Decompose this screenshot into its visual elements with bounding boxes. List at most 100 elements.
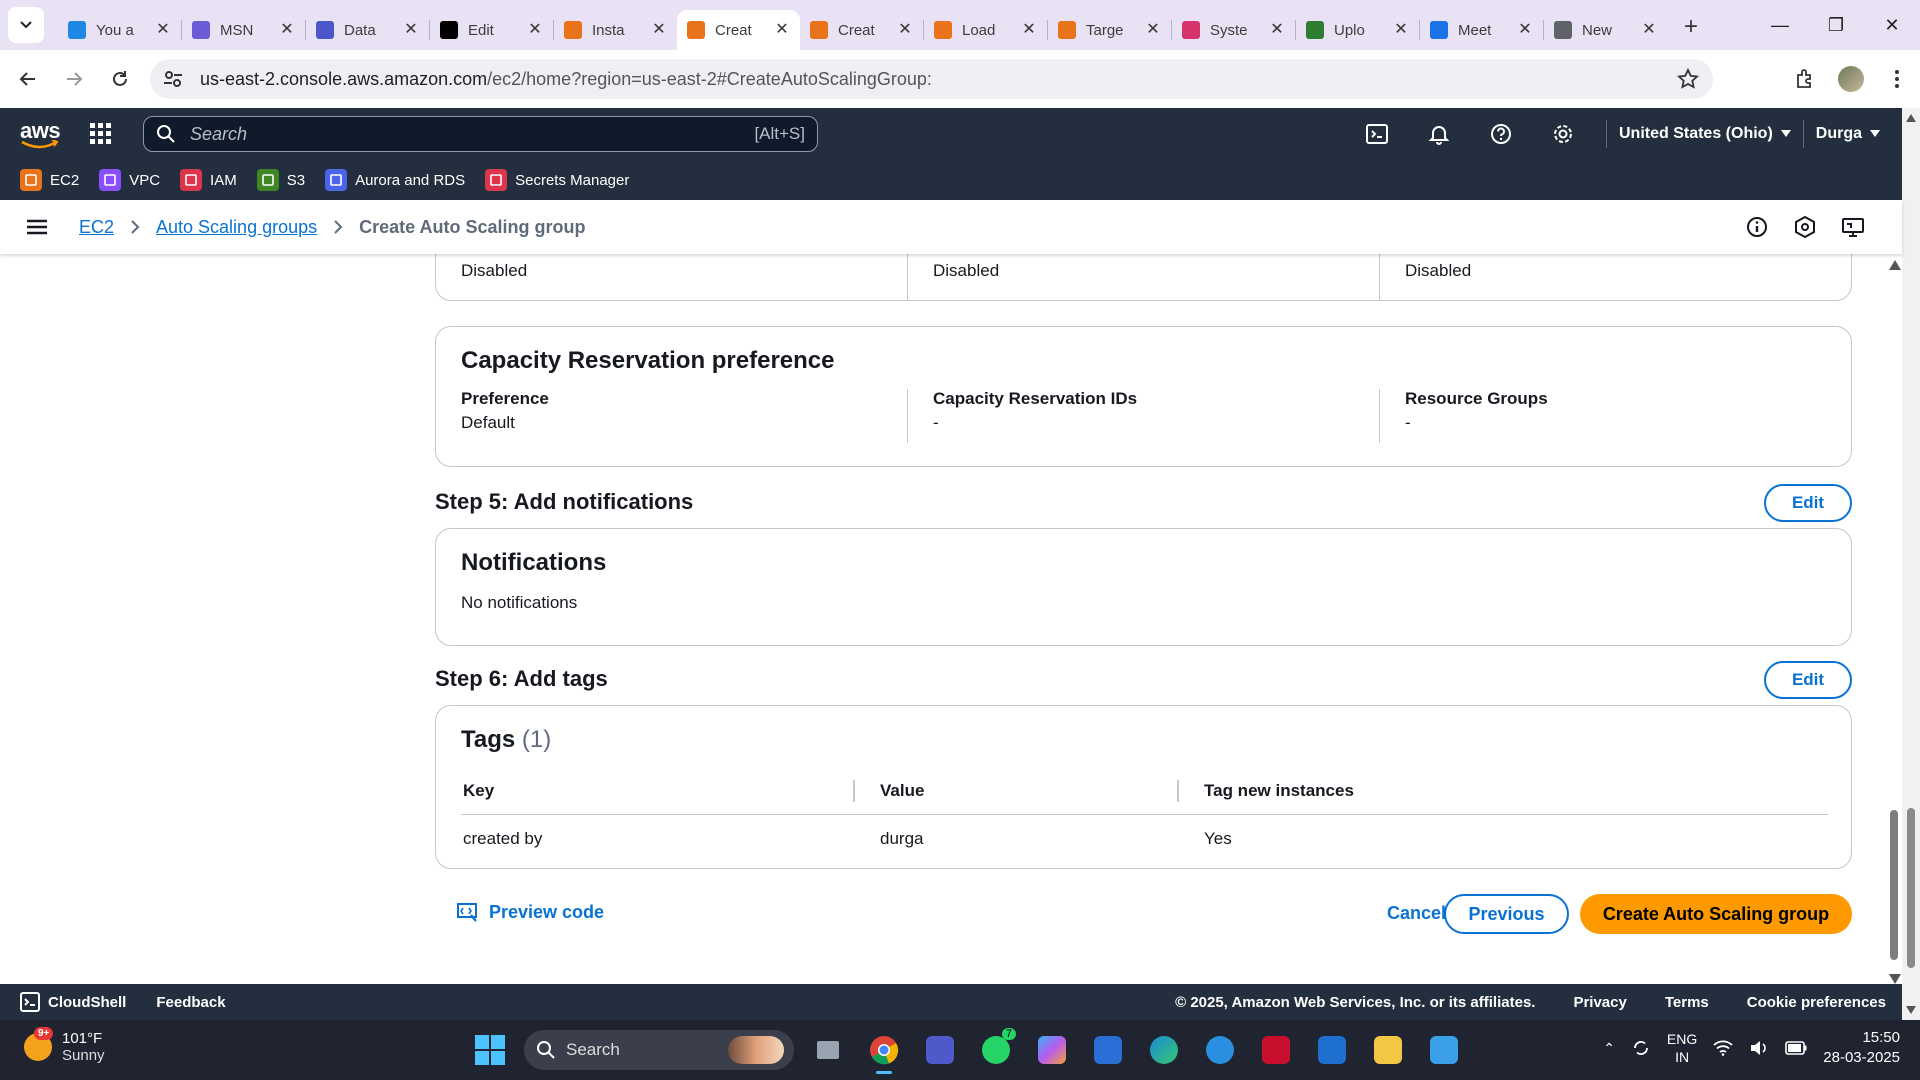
browser-menu-button[interactable] <box>1874 69 1920 89</box>
favorite-secrets-manager[interactable]: Secrets Manager <box>485 169 629 191</box>
copilot-taskbar-icon[interactable] <box>1030 1028 1074 1072</box>
notifications-button[interactable] <box>1408 123 1470 145</box>
browser-tab[interactable]: Meet ✕ <box>1420 10 1543 50</box>
close-tab-icon[interactable]: ✕ <box>527 22 543 38</box>
forward-button[interactable] <box>56 61 92 97</box>
settings-button[interactable] <box>1532 123 1594 145</box>
side-nav-toggle[interactable] <box>27 219 47 235</box>
aws-search-input[interactable]: Search [Alt+S] <box>143 116 818 152</box>
close-tab-icon[interactable]: ✕ <box>774 22 790 38</box>
browser-tab[interactable]: Uplo ✕ <box>1296 10 1419 50</box>
favorite-ec2[interactable]: EC2 <box>20 169 79 191</box>
browser-tab[interactable]: New ✕ <box>1544 10 1667 50</box>
favorite-aurora-and-rds[interactable]: Aurora and RDS <box>325 169 465 191</box>
close-tab-icon[interactable]: ✕ <box>1021 22 1037 38</box>
chrome-taskbar-icon[interactable] <box>862 1028 906 1074</box>
browser-tab[interactable]: Targe ✕ <box>1048 10 1171 50</box>
aws-logo[interactable]: aws <box>20 116 62 152</box>
weather-widget[interactable]: 9+ 101°F Sunny <box>24 1027 105 1064</box>
browser-tab[interactable]: You a ✕ <box>58 10 181 50</box>
battery-icon[interactable] <box>1785 1041 1807 1055</box>
scroll-down-arrow-icon[interactable] <box>1906 1006 1916 1014</box>
browser-tab[interactable]: Insta ✕ <box>554 10 677 50</box>
close-tab-icon[interactable]: ✕ <box>1145 22 1161 38</box>
chevron-up-icon[interactable]: ⌃ <box>1603 1040 1615 1057</box>
whatsapp-taskbar-icon[interactable]: 7 <box>974 1028 1018 1072</box>
mcafee-taskbar-icon[interactable] <box>1254 1028 1298 1072</box>
favorite-s3[interactable]: S3 <box>256 169 305 191</box>
privacy-link[interactable]: Privacy <box>1573 994 1626 1011</box>
breadcrumb-auto-scaling-groups[interactable]: Auto Scaling groups <box>156 217 317 238</box>
favorite-iam[interactable]: IAM <box>180 169 237 191</box>
close-tab-icon[interactable]: ✕ <box>403 22 419 38</box>
close-tab-icon[interactable]: ✕ <box>1517 22 1533 38</box>
display-icon[interactable] <box>1842 216 1864 238</box>
close-tab-icon[interactable]: ✕ <box>1269 22 1285 38</box>
address-bar[interactable]: us-east-2.console.aws.amazon.com/ec2/hom… <box>150 59 1713 99</box>
teams-taskbar-icon[interactable] <box>918 1028 962 1072</box>
edge-taskbar-icon[interactable] <box>1142 1028 1186 1072</box>
region-selector[interactable]: United States (Ohio) <box>1619 125 1791 143</box>
extensions-button[interactable] <box>1782 68 1828 90</box>
browser-tab[interactable]: Data ✕ <box>306 10 429 50</box>
cookie-preferences-link[interactable]: Cookie preferences <box>1747 994 1886 1011</box>
scroll-up-arrow-icon[interactable] <box>1889 260 1901 270</box>
preview-code-button[interactable]: Preview code <box>457 902 604 923</box>
new-tab-button[interactable]: + <box>1675 11 1707 43</box>
browser-tab[interactable]: Syste ✕ <box>1172 10 1295 50</box>
favorite-vpc[interactable]: VPC <box>99 169 160 191</box>
breadcrumb-ec2[interactable]: EC2 <box>79 217 114 238</box>
scroll-thumb[interactable] <box>1907 808 1915 968</box>
help-taskbar-icon[interactable] <box>1198 1028 1242 1072</box>
close-tab-icon[interactable]: ✕ <box>155 22 171 38</box>
close-tab-icon[interactable]: ✕ <box>279 22 295 38</box>
close-tab-icon[interactable]: ✕ <box>651 22 667 38</box>
close-tab-icon[interactable]: ✕ <box>1641 22 1657 38</box>
tab-search-button[interactable] <box>8 7 44 43</box>
start-button[interactable] <box>468 1028 512 1072</box>
step5-edit-button[interactable]: Edit <box>1764 484 1852 522</box>
site-settings-icon[interactable] <box>162 68 184 90</box>
minimize-button[interactable]: — <box>1752 0 1808 50</box>
scroll-thumb[interactable] <box>1890 810 1898 960</box>
account-menu[interactable]: Durga <box>1816 125 1880 143</box>
content-scrollbar[interactable] <box>1888 258 1901 984</box>
browser-tab[interactable]: Edit ✕ <box>430 10 553 50</box>
wifi-icon[interactable] <box>1713 1040 1733 1056</box>
previous-button[interactable]: Previous <box>1444 894 1569 934</box>
close-tab-icon[interactable]: ✕ <box>1393 22 1409 38</box>
browser-tab[interactable]: MSN ✕ <box>182 10 305 50</box>
feedback-link[interactable]: Feedback <box>156 994 225 1011</box>
volume-icon[interactable] <box>1749 1040 1769 1056</box>
notifications-hex-icon[interactable] <box>1794 216 1816 238</box>
scroll-down-arrow-icon[interactable] <box>1889 974 1901 984</box>
taskbar-search[interactable]: Search <box>524 1030 794 1070</box>
restore-button[interactable]: ❐ <box>1808 0 1864 50</box>
mylab-taskbar-icon[interactable] <box>1086 1028 1130 1072</box>
notepad-taskbar-icon[interactable] <box>1422 1028 1466 1072</box>
language-indicator[interactable]: ENG IN <box>1667 1030 1697 1066</box>
profile-button[interactable] <box>1828 66 1874 92</box>
scroll-up-arrow-icon[interactable] <box>1906 114 1916 122</box>
page-scrollbar[interactable] <box>1902 108 1920 1020</box>
browser-tab[interactable]: Load ✕ <box>924 10 1047 50</box>
reload-button[interactable] <box>102 61 138 97</box>
file-explorer-taskbar-icon[interactable] <box>1366 1028 1410 1072</box>
create-auto-scaling-group-button[interactable]: Create Auto Scaling group <box>1580 894 1852 934</box>
back-button[interactable] <box>10 61 46 97</box>
browser-tab[interactable]: Creat ✕ <box>677 10 800 50</box>
step6-edit-button[interactable]: Edit <box>1764 661 1852 699</box>
clock[interactable]: 15:50 28-03-2025 <box>1823 1028 1900 1068</box>
store-taskbar-icon[interactable] <box>1310 1028 1354 1072</box>
task-view-button[interactable] <box>806 1028 850 1072</box>
bookmark-star-icon[interactable] <box>1677 68 1699 90</box>
close-tab-icon[interactable]: ✕ <box>897 22 913 38</box>
services-menu-button[interactable] <box>90 123 112 145</box>
cancel-button[interactable]: Cancel <box>1387 903 1446 924</box>
cloudshell-button[interactable] <box>1346 123 1408 145</box>
terms-link[interactable]: Terms <box>1665 994 1709 1011</box>
close-window-button[interactable]: ✕ <box>1864 0 1920 50</box>
info-icon[interactable] <box>1746 216 1768 238</box>
browser-tab[interactable]: Creat ✕ <box>800 10 923 50</box>
help-button[interactable] <box>1470 123 1532 145</box>
